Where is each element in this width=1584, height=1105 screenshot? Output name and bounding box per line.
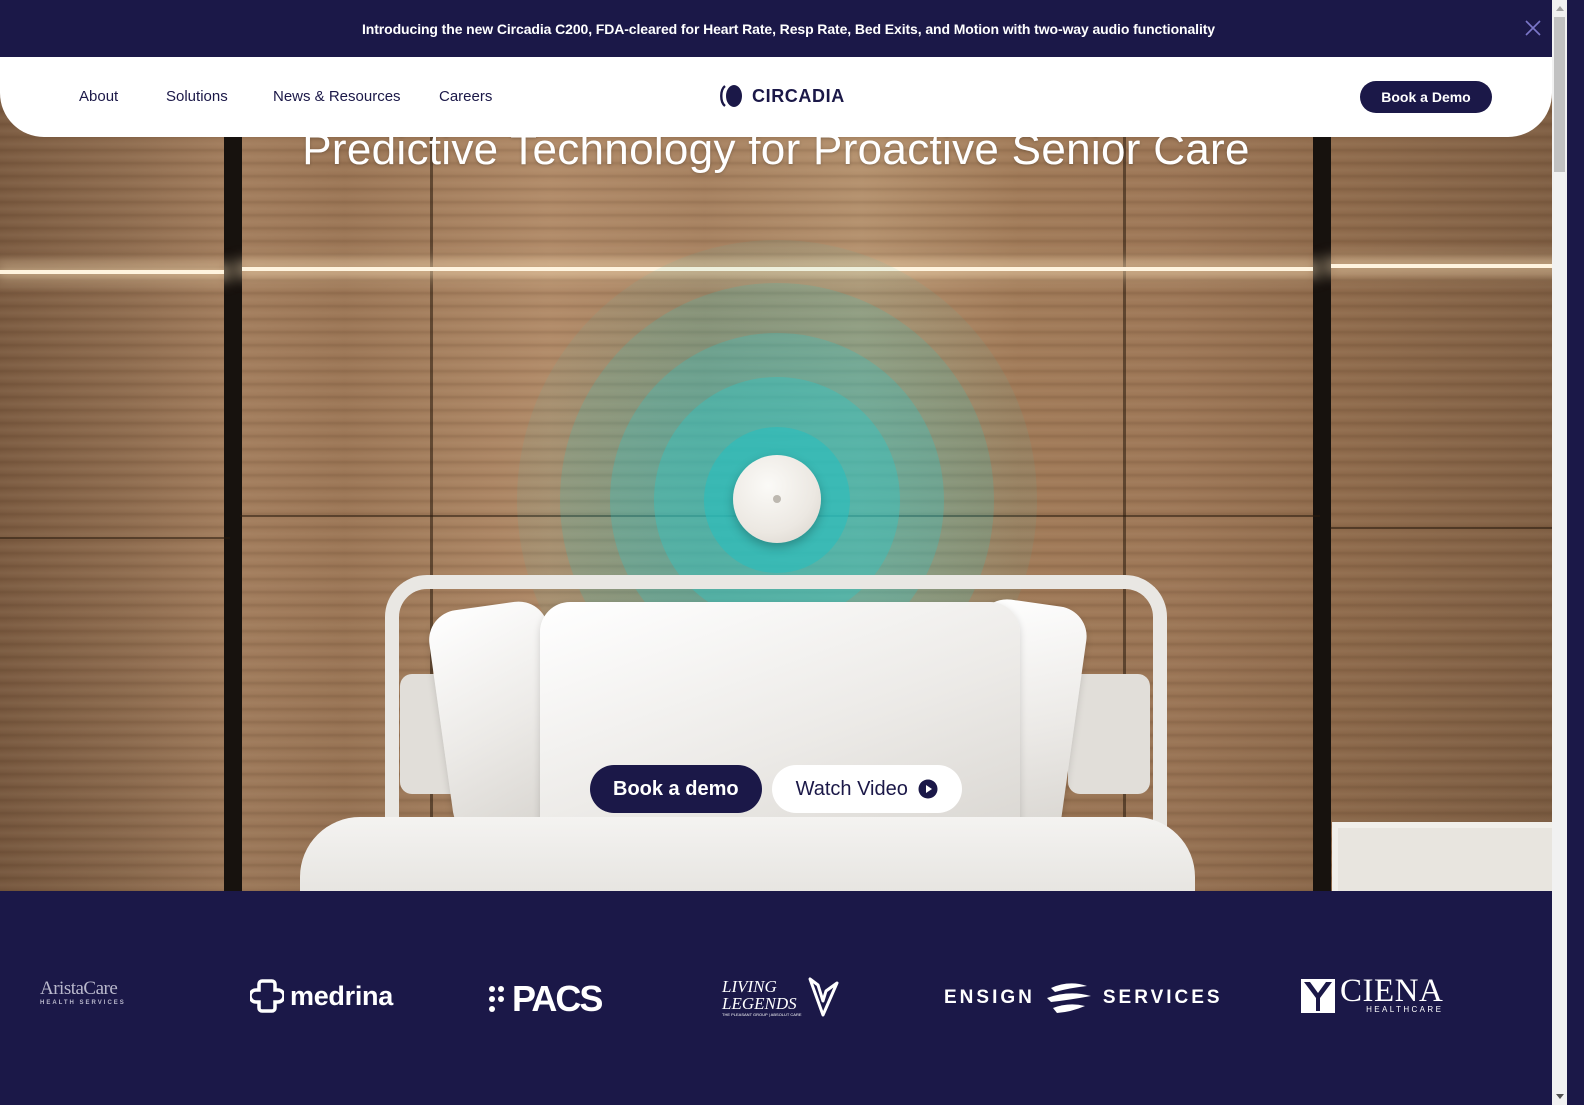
partner-subtitle: THE PLEASANT GROUP | ABSOLUT CARE	[722, 1011, 802, 1017]
scroll-down-arrow-icon[interactable]	[1552, 1088, 1567, 1105]
ciena-mark-icon	[1301, 978, 1335, 1013]
partner-name: CIENA	[1340, 973, 1444, 1009]
sensor-led	[773, 495, 781, 503]
circadia-logo-icon	[720, 85, 742, 107]
led-strip	[0, 270, 224, 274]
navbar: About Solutions News & Resources Careers…	[0, 57, 1552, 137]
circadia-sensor-device	[733, 455, 821, 543]
hero-buttons: Book a demo Watch Video	[590, 765, 962, 813]
bed-side-panel	[1068, 674, 1150, 794]
page: Introducing the new Circadia C200, FDA-c…	[0, 0, 1567, 1105]
living-legends-text: LIVING LEGENDS THE PLEASANT GROUP | ABSO…	[722, 978, 802, 1017]
play-circle-icon	[918, 779, 938, 799]
partner-name: PACS	[512, 978, 603, 1019]
nav-link-solutions[interactable]: Solutions	[166, 88, 228, 105]
partner-subtitle: HEALTH SERVICES	[40, 1000, 126, 1006]
partner-name-right: SERVICES	[1102, 987, 1223, 1008]
ensign-waves-icon	[1046, 983, 1091, 1013]
partner-name: medrina	[290, 980, 393, 1011]
medrina-cross-icon	[250, 979, 284, 1013]
wall-divider	[1313, 57, 1331, 891]
nav-link-news-resources[interactable]: News & Resources	[273, 88, 401, 105]
scroll-up-arrow-icon[interactable]	[1552, 0, 1567, 17]
close-icon[interactable]	[1523, 18, 1543, 38]
scrollbar-thumb[interactable]	[1554, 17, 1565, 172]
partner-logo-aristacare: AristaCare HEALTH SERVICES	[40, 978, 126, 1006]
wall-divider	[224, 57, 242, 891]
nav-book-demo-button[interactable]: Book a Demo	[1360, 81, 1492, 113]
watch-video-label: Watch Video	[795, 777, 908, 800]
partner-logo-pacs: PACS	[488, 978, 603, 1020]
watch-video-button[interactable]: Watch Video	[771, 765, 962, 813]
partner-logo-living-legends: LIVING LEGENDS THE PLEASANT GROUP | ABSO…	[722, 975, 840, 1019]
partner-logo-medrina: medrina	[250, 978, 393, 1014]
partner-name-left: ENSIGN	[944, 987, 1035, 1008]
partner-name: LIVING LEGENDS	[722, 976, 797, 1013]
circadia-logo[interactable]: CIRCADIA	[718, 84, 845, 108]
wall-seam	[1330, 527, 1567, 529]
nightstand	[1332, 822, 1567, 891]
partner-subtitle: HEALTHCARE	[1366, 1005, 1444, 1014]
living-legends-heart-icon	[808, 977, 839, 1017]
book-demo-button[interactable]: Book a demo	[590, 765, 762, 813]
pacs-dots-icon	[489, 986, 504, 1012]
announcement-bar: Introducing the new Circadia C200, FDA-c…	[0, 0, 1567, 57]
bed-sheet	[300, 817, 1195, 891]
partner-logo-ensign-services: ENSIGN SERVICES	[944, 982, 1223, 1014]
pillow	[540, 602, 1020, 852]
partner-logo-ciena: CIENA HEALTHCARE	[1300, 973, 1444, 1015]
announcement-text: Introducing the new Circadia C200, FDA-c…	[362, 20, 1215, 37]
nav-link-careers[interactable]: Careers	[439, 88, 492, 105]
led-strip	[1331, 264, 1567, 268]
wall-seam	[0, 537, 230, 539]
nav-link-about[interactable]: About	[79, 88, 118, 105]
partner-name: AristaCare	[40, 978, 118, 999]
ciena-text: CIENA HEALTHCARE	[1340, 973, 1444, 1015]
logo-text: CIRCADIA	[752, 85, 845, 106]
page-scrollbar[interactable]	[1552, 0, 1567, 1105]
